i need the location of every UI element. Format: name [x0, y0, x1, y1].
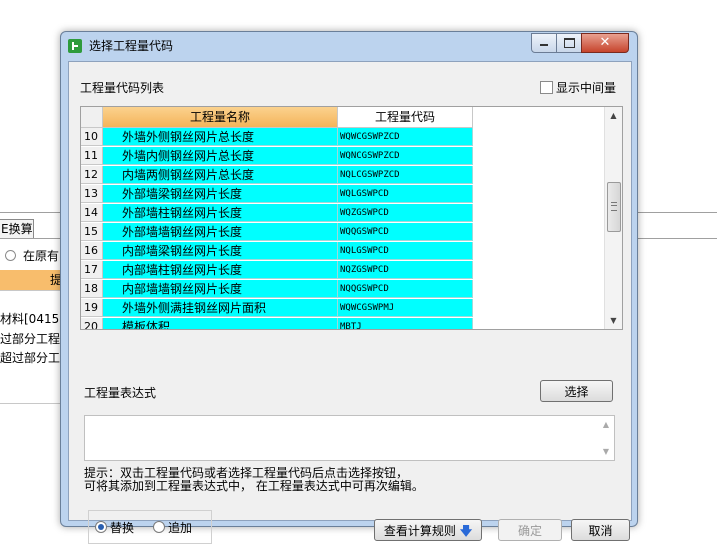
- mode-group: 替换 追加: [88, 510, 212, 544]
- background-table-header: 提: [0, 270, 64, 290]
- minimize-button[interactable]: [531, 33, 557, 53]
- quantity-code-cell[interactable]: WQLGSWPCD: [338, 185, 473, 203]
- row-number: 18: [81, 280, 103, 298]
- expression-scrollbar[interactable]: ▲ ▼: [598, 416, 614, 460]
- background-row: 材料[04150: [0, 312, 64, 326]
- quantity-name-cell[interactable]: 外部墙柱钢丝网片长度: [103, 204, 338, 222]
- table-row[interactable]: 10 外墙外侧钢丝网片总长度 WQWCGSWPZCD: [81, 128, 473, 147]
- row-number: 13: [81, 185, 103, 203]
- table-row[interactable]: 17 内部墙柱钢丝网片长度 NQZGSWPCD: [81, 261, 473, 280]
- column-header-name[interactable]: 工程量名称: [103, 107, 338, 128]
- table-row[interactable]: 11 外墙内侧钢丝网片总长度 WQNCGSWPZCD: [81, 147, 473, 166]
- scroll-up-icon[interactable]: ▲: [605, 107, 622, 124]
- row-number: 12: [81, 166, 103, 184]
- show-intermediate-label: 显示中间量: [556, 81, 617, 95]
- scroll-up-icon[interactable]: ▲: [598, 416, 614, 433]
- background-radio-label: 在原有: [23, 249, 60, 263]
- quantity-name-cell[interactable]: 外部墙梁钢丝网片长度: [103, 185, 338, 203]
- grid-header: 工程量名称 工程量代码: [81, 107, 473, 128]
- close-icon: ✕: [599, 35, 611, 50]
- scroll-thumb[interactable]: [607, 182, 621, 232]
- scroll-down-icon[interactable]: ▼: [598, 443, 614, 460]
- view-rules-label: 查看计算规则: [383, 524, 456, 538]
- code-list-label: 工程量代码列表: [80, 81, 165, 95]
- row-number: 19: [81, 299, 103, 317]
- grid-vertical-scrollbar[interactable]: ▲ ▼: [604, 107, 622, 329]
- view-rules-button[interactable]: 查看计算规则 🡇: [374, 519, 482, 541]
- quantity-code-cell[interactable]: WQZGSWPCD: [338, 204, 473, 222]
- row-number: 11: [81, 147, 103, 165]
- minimize-icon: [540, 44, 548, 46]
- replace-radio[interactable]: 替换: [95, 519, 134, 536]
- background-radio-option[interactable]: 在原有: [0, 245, 64, 267]
- quantity-name-cell[interactable]: 外墙外侧满挂钢丝网片面积: [103, 299, 338, 317]
- expression-label: 工程量表达式: [84, 386, 157, 400]
- cancel-button[interactable]: 取消: [571, 519, 630, 541]
- hint-text: 提示：双击工程量代码或者选择工程量代码后点击选择按钮， 可将其添加到工程量表达式…: [84, 467, 424, 493]
- table-row[interactable]: 15 外部墙墙钢丝网片长度 WQQGSWPCD: [81, 223, 473, 242]
- quantity-code-cell[interactable]: WQWCGSWPMJ: [338, 299, 473, 317]
- quantity-name-cell[interactable]: 外部墙墙钢丝网片长度: [103, 223, 338, 241]
- radio-icon: [5, 250, 16, 261]
- quantity-name-cell[interactable]: 外墙内侧钢丝网片总长度: [103, 147, 338, 165]
- app-icon: [68, 39, 82, 53]
- radio-selected-icon: [95, 521, 107, 533]
- row-number: 14: [81, 204, 103, 222]
- row-number: 16: [81, 242, 103, 260]
- quantity-code-cell[interactable]: NQZGSWPCD: [338, 261, 473, 279]
- radio-icon: [153, 521, 165, 533]
- table-row[interactable]: 19 外墙外侧满挂钢丝网片面积 WQWCGSWPMJ: [81, 299, 473, 318]
- dialog-titlebar[interactable]: 选择工程量代码 ✕: [61, 32, 637, 60]
- table-row[interactable]: 13 外部墙梁钢丝网片长度 WQLGSWPCD: [81, 185, 473, 204]
- quantity-name-cell[interactable]: 内部墙柱钢丝网片长度: [103, 261, 338, 279]
- quantity-name-cell[interactable]: 内墙两侧钢丝网片总长度: [103, 166, 338, 184]
- ok-button[interactable]: 确定: [498, 519, 562, 541]
- table-row[interactable]: 12 内墙两侧钢丝网片总长度 NQLCGSWPZCD: [81, 166, 473, 185]
- grid-body: 10 外墙外侧钢丝网片总长度 WQWCGSWPZCD 11 外墙内侧钢丝网片总长度 WQN…: [81, 128, 473, 329]
- replace-label: 替换: [110, 521, 135, 535]
- row-number: 17: [81, 261, 103, 279]
- checkbox-icon: [540, 81, 553, 94]
- select-quantity-code-dialog: 选择工程量代码 ✕ 工程量代码列表 显示中间量 工程量名称 工程量代码 10 外墙…: [60, 31, 638, 544]
- select-button[interactable]: 选择: [540, 380, 613, 402]
- arrow-down-icon: 🡇: [459, 524, 473, 538]
- background-row: 超过部分工: [0, 351, 61, 365]
- quantity-code-cell[interactable]: NQQGSWPCD: [338, 280, 473, 298]
- background-row: 过部分工程: [0, 332, 61, 346]
- append-radio[interactable]: 追加: [153, 519, 192, 536]
- dialog-content: 工程量代码列表 显示中间量 工程量名称 工程量代码 10 外墙外侧钢丝网片总长度 W…: [68, 61, 632, 544]
- maximize-button[interactable]: [556, 33, 582, 53]
- table-row[interactable]: 18 内部墙墙钢丝网片长度 NQQGSWPCD: [81, 280, 473, 299]
- quantity-name-cell[interactable]: 内部墙墙钢丝网片长度: [103, 280, 338, 298]
- code-grid[interactable]: 工程量名称 工程量代码 10 外墙外侧钢丝网片总长度 WQWCGSWPZCD 11 外墙…: [80, 106, 623, 330]
- background-tab[interactable]: E换算: [0, 219, 34, 239]
- quantity-code-cell[interactable]: MBTJ: [338, 318, 473, 329]
- quantity-code-cell[interactable]: WQWCGSWPZCD: [338, 128, 473, 146]
- append-label: 追加: [168, 521, 193, 535]
- hint-line-2: 可将其添加到工程量表达式中， 在工程量表达式中可再次编辑。: [84, 479, 424, 493]
- quantity-name-cell[interactable]: 外墙外侧钢丝网片总长度: [103, 128, 338, 146]
- table-row[interactable]: 16 内部墙梁钢丝网片长度 NQLGSWPCD: [81, 242, 473, 261]
- row-number: 10: [81, 128, 103, 146]
- table-row[interactable]: 14 外部墙柱钢丝网片长度 WQZGSWPCD: [81, 204, 473, 223]
- column-header-code[interactable]: 工程量代码: [338, 107, 473, 128]
- show-intermediate-checkbox[interactable]: 显示中间量: [540, 79, 616, 96]
- table-row[interactable]: 20 模板体积 MBTJ: [81, 318, 473, 329]
- row-number: 20: [81, 318, 103, 329]
- background-bottom-line: [0, 403, 64, 404]
- quantity-code-cell[interactable]: NQLCGSWPZCD: [338, 166, 473, 184]
- quantity-code-cell[interactable]: NQLGSWPCD: [338, 242, 473, 260]
- quantity-name-cell[interactable]: 模板体积: [103, 318, 338, 329]
- expression-textarea[interactable]: ▲ ▼: [84, 415, 615, 461]
- scroll-down-icon[interactable]: ▼: [605, 312, 622, 329]
- background-row-divider: [0, 290, 64, 291]
- quantity-code-cell[interactable]: WQNCGSWPZCD: [338, 147, 473, 165]
- maximize-icon: [564, 38, 575, 48]
- quantity-code-cell[interactable]: WQQGSWPCD: [338, 223, 473, 241]
- row-number: 15: [81, 223, 103, 241]
- close-button[interactable]: ✕: [581, 33, 629, 53]
- grid-corner: [81, 107, 103, 128]
- dialog-title: 选择工程量代码: [89, 39, 174, 53]
- quantity-name-cell[interactable]: 内部墙梁钢丝网片长度: [103, 242, 338, 260]
